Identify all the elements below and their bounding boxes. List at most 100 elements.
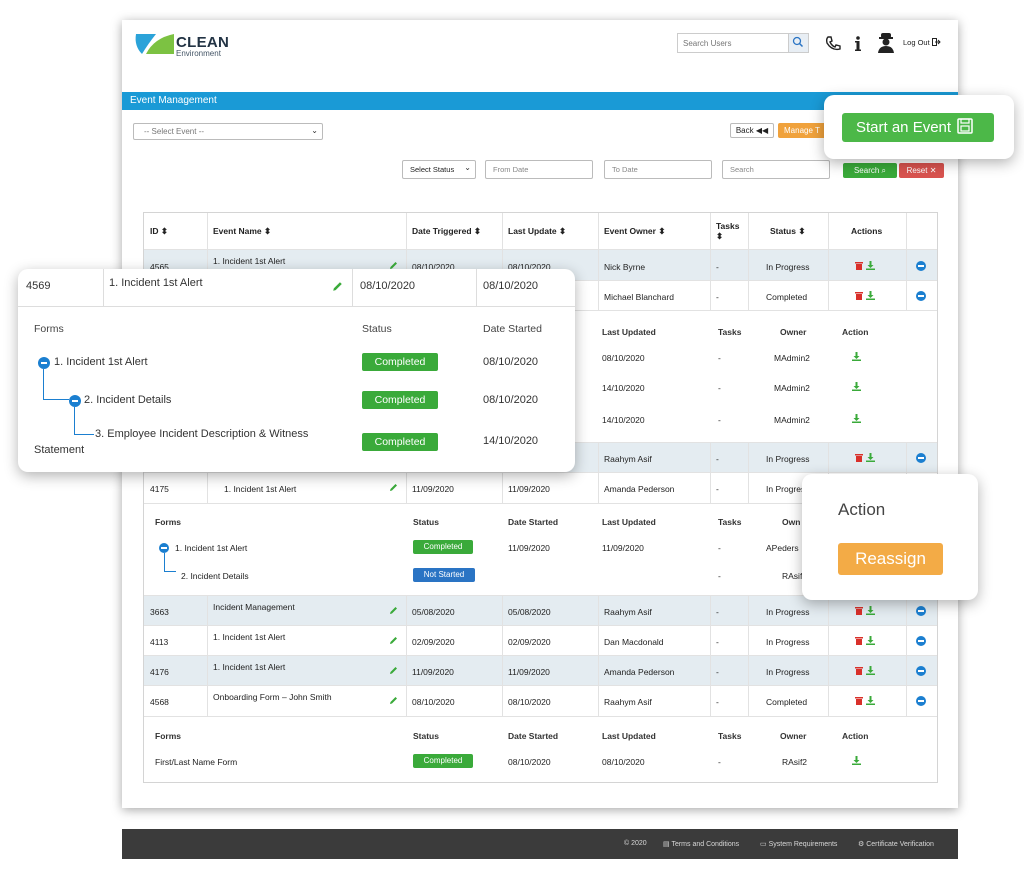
col-last-update[interactable]: Last Update ⬍ bbox=[508, 226, 566, 237]
search-placeholder: Search bbox=[730, 165, 754, 174]
task-count: - bbox=[716, 262, 719, 272]
col-event-name[interactable]: Event Name ⬍ bbox=[213, 226, 271, 237]
sub-col-owner: Own bbox=[782, 517, 801, 527]
sub-col-action: Action bbox=[842, 327, 869, 337]
pencil-icon[interactable] bbox=[389, 636, 398, 645]
footer-terms-link[interactable]: ▤ Terms and Conditions bbox=[663, 840, 739, 848]
col-id[interactable]: ID ⬍ bbox=[150, 226, 168, 237]
search-input[interactable]: Search bbox=[722, 160, 830, 179]
search-users-box bbox=[677, 33, 809, 53]
logout-icon bbox=[931, 38, 941, 46]
col-tasks[interactable]: Tasks ⬍ bbox=[716, 221, 739, 242]
pencil-icon[interactable] bbox=[389, 483, 398, 492]
download-icon[interactable] bbox=[852, 756, 861, 765]
form-name: 3. Employee Incident Description & Witne… bbox=[95, 428, 309, 440]
last-update: 02/09/2020 bbox=[508, 637, 551, 647]
manage-label: Manage T bbox=[784, 126, 820, 135]
expand-icon[interactable] bbox=[916, 666, 926, 676]
trash-icon[interactable] bbox=[855, 636, 863, 645]
expand-icon[interactable] bbox=[916, 453, 926, 463]
trash-icon[interactable] bbox=[855, 696, 863, 705]
trash-icon[interactable] bbox=[855, 606, 863, 615]
expand-icon[interactable] bbox=[916, 696, 926, 706]
sort-icon: ⬍ bbox=[160, 226, 168, 236]
expand-icon[interactable] bbox=[916, 606, 926, 616]
trash-icon[interactable] bbox=[855, 453, 863, 462]
form-status-badge: Completed bbox=[362, 353, 438, 371]
footer-certificate-link[interactable]: ⚙ Certificate Verification bbox=[858, 840, 934, 848]
select-event-dropdown[interactable]: -- Select Event -- ⌄ bbox=[133, 123, 323, 140]
task-count: - bbox=[716, 607, 719, 617]
reset-button[interactable]: Reset ✕ bbox=[899, 163, 944, 178]
form-tasks: - bbox=[718, 757, 721, 767]
search-users-input[interactable] bbox=[678, 34, 788, 52]
sub-owner: MAdmin2 bbox=[774, 353, 810, 363]
tree-connector bbox=[74, 407, 94, 435]
user-icon[interactable] bbox=[876, 32, 896, 54]
download-icon[interactable] bbox=[865, 696, 875, 705]
download-icon[interactable] bbox=[865, 261, 875, 270]
sort-icon: ⬍ bbox=[658, 226, 666, 236]
from-date-input[interactable]: From Date bbox=[485, 160, 593, 179]
pencil-icon[interactable] bbox=[389, 666, 398, 675]
search-button[interactable]: Search ⌕ bbox=[843, 163, 897, 178]
collapse-icon[interactable] bbox=[38, 357, 50, 369]
last-update: 11/09/2020 bbox=[508, 667, 550, 677]
table-row[interactable]: 4113 1. Incident 1st Alert 02/09/2020 02… bbox=[144, 625, 937, 655]
task-count: - bbox=[716, 697, 719, 707]
download-icon[interactable] bbox=[852, 382, 861, 391]
download-icon[interactable] bbox=[865, 453, 875, 462]
event-id: 3663 bbox=[150, 607, 169, 617]
reassign-button[interactable]: Reassign bbox=[838, 543, 943, 575]
date-triggered: 08/10/2020 bbox=[412, 697, 455, 707]
table-row[interactable]: 4568 Onboarding Form – John Smith 08/10/… bbox=[144, 685, 937, 716]
start-event-button[interactable]: Start an Event bbox=[842, 113, 994, 142]
expand-icon[interactable] bbox=[916, 636, 926, 646]
download-icon[interactable] bbox=[865, 291, 875, 300]
reset-x-icon: ✕ bbox=[929, 166, 937, 175]
form-owner: APeders bbox=[766, 543, 799, 553]
event-owner: Raahym Asif bbox=[604, 607, 652, 617]
logout-link[interactable]: Log Out bbox=[903, 38, 941, 47]
download-icon[interactable] bbox=[865, 606, 875, 615]
event-owner: Amanda Pederson bbox=[604, 667, 675, 677]
pencil-icon[interactable] bbox=[332, 281, 343, 292]
table-row[interactable]: 4176 1. Incident 1st Alert 11/09/2020 11… bbox=[144, 655, 937, 685]
collapse-icon[interactable] bbox=[159, 543, 169, 553]
phone-icon[interactable] bbox=[824, 35, 842, 53]
to-date-input[interactable]: To Date bbox=[604, 160, 712, 179]
download-icon[interactable] bbox=[852, 352, 861, 361]
col-tasks-label: Tasks bbox=[716, 221, 740, 231]
expand-icon[interactable] bbox=[916, 291, 926, 301]
event-name: Onboarding Form – John Smith bbox=[213, 692, 332, 702]
form-name: 2. Incident Details bbox=[181, 571, 249, 581]
pencil-icon[interactable] bbox=[389, 606, 398, 615]
footer-terms-label: Terms and Conditions bbox=[671, 841, 740, 848]
col-event-owner[interactable]: Event Owner ⬍ bbox=[604, 226, 665, 237]
col-date-started: Date Started bbox=[483, 323, 542, 335]
col-date-triggered[interactable]: Date Triggered ⬍ bbox=[412, 226, 481, 237]
date-triggered: 11/09/2020 bbox=[412, 484, 454, 494]
info-icon[interactable] bbox=[853, 35, 863, 53]
trash-icon[interactable] bbox=[855, 261, 863, 270]
status-filter[interactable]: Select Status ⌄ bbox=[402, 160, 476, 179]
footer-requirements-link[interactable]: ▭ System Requirements bbox=[760, 840, 837, 848]
download-icon[interactable] bbox=[865, 666, 875, 675]
search-users-button[interactable] bbox=[788, 34, 808, 52]
download-icon[interactable] bbox=[852, 414, 861, 423]
trash-icon[interactable] bbox=[855, 291, 863, 300]
divider bbox=[710, 213, 711, 310]
sub-col-tasks: Tasks bbox=[718, 517, 742, 527]
expand-icon[interactable] bbox=[916, 261, 926, 271]
trash-icon[interactable] bbox=[855, 666, 863, 675]
download-icon[interactable] bbox=[865, 636, 875, 645]
collapse-icon[interactable] bbox=[69, 395, 81, 407]
pencil-icon[interactable] bbox=[389, 696, 398, 705]
row-actions bbox=[855, 453, 875, 464]
subtable-forms: Forms Status Date Started Last Updated T… bbox=[144, 716, 937, 782]
event-id: 4175 bbox=[150, 484, 169, 494]
reset-button-label: Reset bbox=[906, 166, 928, 175]
back-button[interactable]: Back ◀◀ bbox=[730, 123, 774, 138]
col-status: Status bbox=[362, 323, 392, 335]
col-status[interactable]: Status ⬍ bbox=[770, 226, 805, 237]
